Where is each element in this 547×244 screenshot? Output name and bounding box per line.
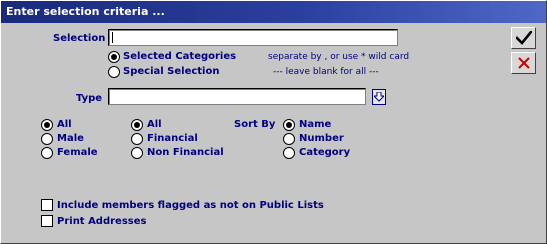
- radio-financial[interactable]: [131, 133, 143, 145]
- ok-button[interactable]: [511, 27, 536, 49]
- radio-gender-all[interactable]: [41, 119, 53, 131]
- radio-sort-category[interactable]: [283, 147, 295, 159]
- wildcard-hint: separate by , or use * wild card: [268, 52, 410, 62]
- radio-non-financial-label: Non Financial: [147, 147, 224, 158]
- text-caret: [112, 32, 113, 43]
- cancel-button[interactable]: [511, 52, 536, 74]
- radio-sort-number[interactable]: [283, 133, 295, 145]
- radio-selected-categories[interactable]: [108, 51, 120, 63]
- radio-financial-all-label: All: [147, 119, 162, 130]
- radio-non-financial[interactable]: [131, 147, 143, 159]
- checkmark-icon: [515, 31, 532, 45]
- radio-gender-male[interactable]: [41, 133, 53, 145]
- radio-financial-label: Financial: [147, 133, 198, 144]
- radio-special-selection[interactable]: [108, 66, 120, 78]
- print-addresses-checkbox[interactable]: [41, 215, 53, 227]
- radio-sort-name[interactable]: [283, 119, 295, 131]
- radio-gender-male-label: Male: [57, 133, 84, 144]
- radio-special-selection-label: Special Selection: [123, 66, 220, 77]
- radio-gender-female-label: Female: [57, 147, 98, 158]
- selection-label: Selection: [53, 33, 106, 44]
- radio-dot: [111, 54, 117, 60]
- radio-gender-all-label: All: [57, 119, 72, 130]
- radio-dot: [286, 122, 292, 128]
- radio-dot: [44, 122, 50, 128]
- public-lists-checkbox-label: Include members flagged as not on Public…: [57, 200, 324, 211]
- selection-input[interactable]: [108, 29, 398, 46]
- selection-criteria-dialog: Enter selection criteria ... Selection S…: [0, 0, 547, 244]
- sort-by-label: Sort By: [234, 119, 276, 130]
- blank-hint: --- leave blank for all ---: [273, 67, 379, 77]
- dialog-title: Enter selection criteria ...: [1, 1, 546, 23]
- public-lists-checkbox[interactable]: [41, 199, 53, 211]
- radio-selected-categories-label: Selected Categories: [123, 51, 237, 62]
- type-label: Type: [76, 93, 103, 104]
- type-dropdown-button[interactable]: [372, 89, 386, 105]
- radio-sort-name-label: Name: [299, 119, 332, 130]
- radio-dot: [134, 122, 140, 128]
- radio-financial-all[interactable]: [131, 119, 143, 131]
- radio-sort-category-label: Category: [299, 147, 351, 158]
- print-addresses-checkbox-label: Print Addresses: [57, 216, 147, 227]
- type-input[interactable]: [108, 88, 366, 105]
- down-arrow-icon: [374, 92, 384, 102]
- red-x-icon: [517, 57, 530, 69]
- radio-gender-female[interactable]: [41, 147, 53, 159]
- radio-sort-number-label: Number: [299, 133, 344, 144]
